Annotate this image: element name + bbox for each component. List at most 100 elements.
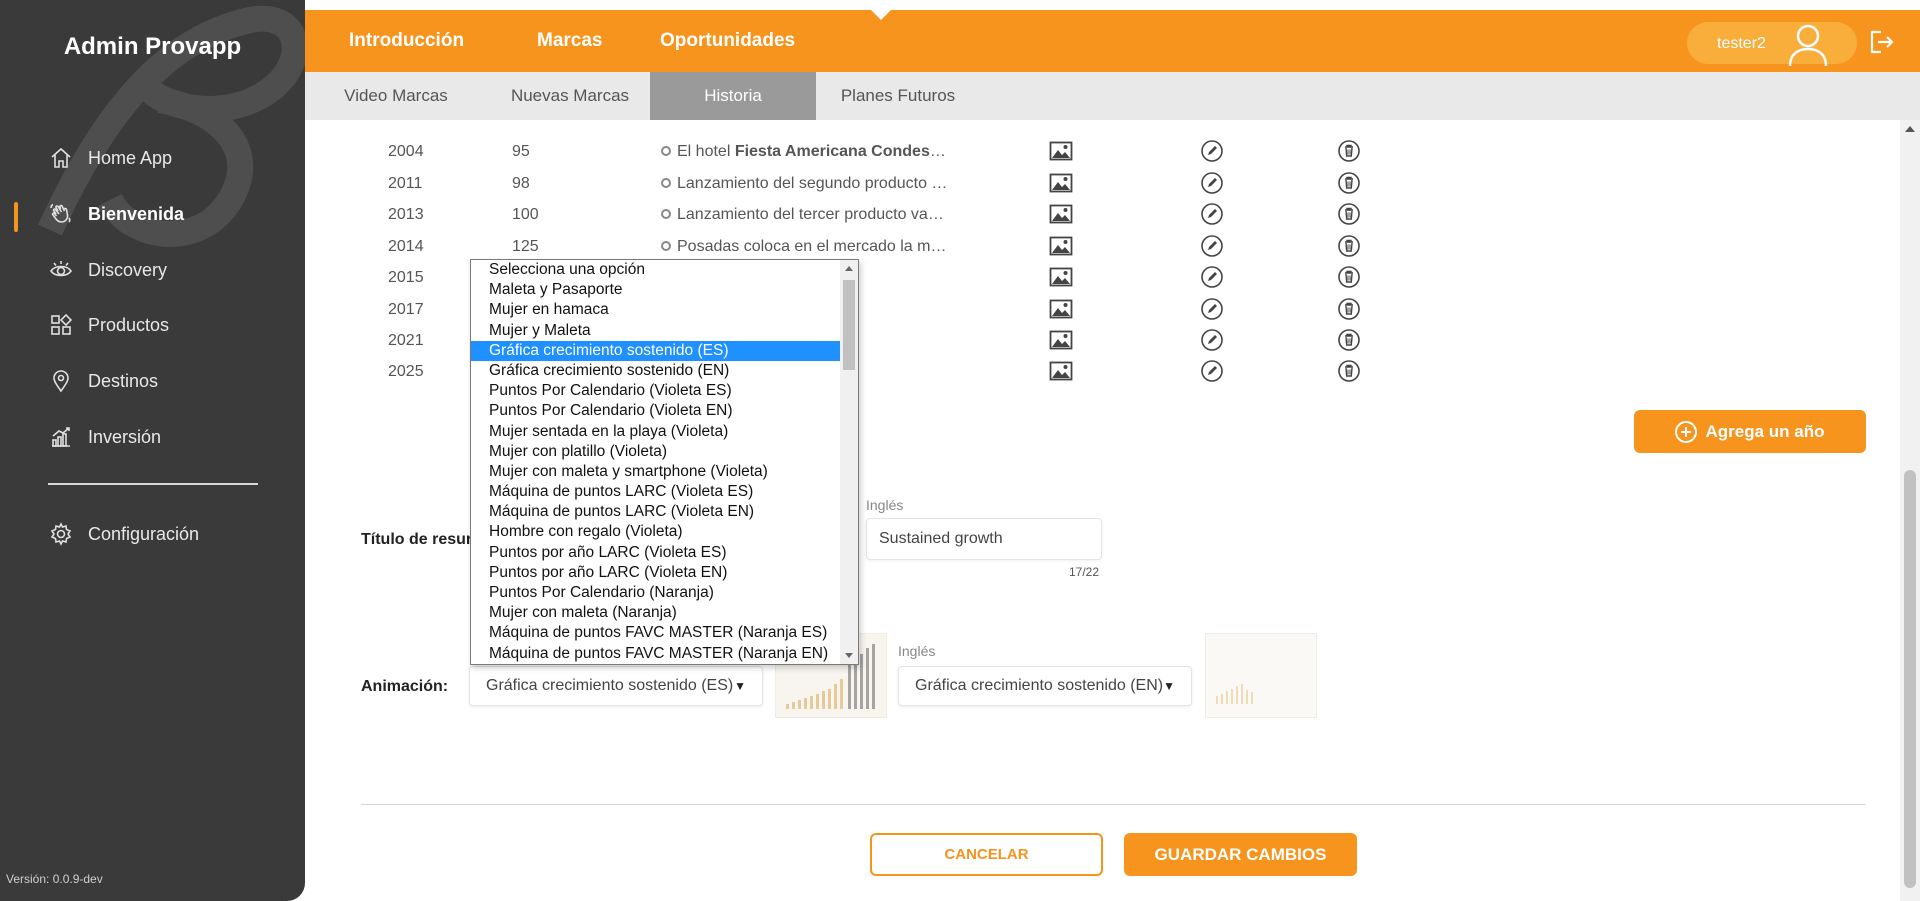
sidebar-item-label: Configuración bbox=[88, 523, 200, 544]
scroll-up-arrow-icon[interactable] bbox=[1905, 126, 1915, 132]
dropdown-option[interactable]: Hombre con regalo (Violeta) bbox=[471, 522, 841, 542]
edit-icon[interactable] bbox=[1200, 139, 1224, 163]
save-changes-button[interactable]: GUARDAR CAMBIOS bbox=[1124, 833, 1357, 876]
sidebar-item-configuracion[interactable]: Configuración bbox=[48, 517, 199, 551]
scroll-down-arrow-icon[interactable] bbox=[845, 653, 853, 658]
sidebar-item-home-app[interactable]: Home App bbox=[48, 141, 172, 175]
char-counter: 17/22 bbox=[1069, 565, 1100, 579]
dropdown-option[interactable]: Mujer con maleta y smartphone (Violeta) bbox=[471, 462, 841, 482]
add-circle-icon bbox=[1675, 420, 1698, 443]
edit-icon[interactable] bbox=[1200, 359, 1224, 383]
edit-icon[interactable] bbox=[1200, 171, 1224, 195]
add-year-label: Agrega un año bbox=[1705, 421, 1825, 441]
user-menu[interactable] bbox=[1687, 22, 1857, 64]
delete-icon[interactable] bbox=[1337, 359, 1361, 383]
logout-icon[interactable] bbox=[1867, 28, 1895, 56]
tab-marcas[interactable]: Marcas bbox=[537, 30, 603, 52]
sidebar-item-destinos[interactable]: Destinos bbox=[48, 364, 158, 398]
delete-icon[interactable] bbox=[1337, 328, 1361, 352]
dropdown-option[interactable]: Máquina de puntos LARC (Violeta ES) bbox=[471, 482, 841, 502]
waving-hand-icon bbox=[48, 201, 74, 227]
dropdown-option[interactable]: Puntos Por Calendario (Violeta EN) bbox=[471, 401, 841, 421]
avatar-icon[interactable] bbox=[1785, 22, 1831, 68]
animation-options-dropdown[interactable]: Selecciona una opción Maleta y Pasaporte M… bbox=[470, 259, 859, 665]
image-icon[interactable] bbox=[1049, 328, 1073, 352]
dropdown-option[interactable]: Máquina de puntos FAVC MASTER (Naranja E… bbox=[471, 644, 841, 664]
image-icon[interactable] bbox=[1049, 265, 1073, 289]
scrollbar-thumb[interactable] bbox=[1904, 470, 1916, 888]
image-icon[interactable] bbox=[1049, 234, 1073, 258]
tab-planes-futuros[interactable]: Planes Futuros bbox=[823, 72, 973, 120]
row-description: Lanzamiento del tercer producto vac… bbox=[661, 206, 951, 224]
bar-chart-icon bbox=[48, 424, 74, 450]
gear-icon bbox=[48, 521, 74, 547]
dropdown-option[interactable]: Máquina de puntos LARC (Violeta EN) bbox=[471, 502, 841, 522]
edit-icon[interactable] bbox=[1200, 234, 1224, 258]
eye-icon bbox=[48, 257, 74, 283]
add-year-button[interactable]: Agrega un año bbox=[1634, 410, 1866, 453]
tab-historia[interactable]: Historia bbox=[650, 72, 816, 120]
animation-es-select[interactable]: Gráfica crecimiento sostenido (ES) ▼ bbox=[469, 666, 763, 706]
image-icon[interactable] bbox=[1049, 171, 1073, 195]
summary-english-input[interactable]: Sustained growth bbox=[866, 518, 1102, 560]
tab-oportunidades[interactable]: Oportunidades bbox=[660, 30, 795, 52]
edit-icon[interactable] bbox=[1200, 265, 1224, 289]
home-icon bbox=[48, 145, 74, 171]
delete-icon[interactable] bbox=[1337, 202, 1361, 226]
dropdown-option[interactable]: Selecciona una opción bbox=[471, 260, 841, 280]
bullet-icon bbox=[661, 177, 671, 188]
dropdown-option[interactable]: Mujer en hamaca bbox=[471, 300, 841, 320]
sidebar-item-productos[interactable]: Productos bbox=[48, 308, 169, 342]
image-icon[interactable] bbox=[1049, 202, 1073, 226]
dropdown-option[interactable]: Puntos Por Calendario (Violeta ES) bbox=[471, 381, 841, 401]
dropdown-option[interactable]: Mujer sentada en la playa (Violeta) bbox=[471, 422, 841, 442]
dropdown-scrollbar[interactable] bbox=[840, 260, 858, 664]
bullet-icon bbox=[661, 240, 671, 251]
dropdown-option[interactable]: Puntos por año LARC (Violeta ES) bbox=[471, 543, 841, 563]
dropdown-option[interactable]: Puntos por año LARC (Violeta EN) bbox=[471, 563, 841, 583]
sidebar-item-bienvenida[interactable]: Bienvenida bbox=[48, 197, 184, 231]
delete-icon[interactable] bbox=[1337, 265, 1361, 289]
dropdown-option[interactable]: Máquina de puntos FAVC MASTER (Naranja E… bbox=[471, 623, 841, 643]
summary-title-label: Título de resur bbox=[361, 531, 473, 548]
animation-en-value: Gráfica crecimiento sostenido (EN) bbox=[915, 677, 1164, 694]
edit-icon[interactable] bbox=[1200, 297, 1224, 321]
image-icon[interactable] bbox=[1049, 139, 1073, 163]
subnav: Video Marcas Nuevas Marcas Historia Plan… bbox=[305, 72, 1920, 120]
row-description: Lanzamiento del segundo producto v… bbox=[661, 175, 951, 193]
dropdown-option[interactable]: Mujer con maleta (Naranja) bbox=[471, 603, 841, 623]
scroll-up-arrow-icon[interactable] bbox=[845, 266, 853, 271]
sidebar-item-label: Inversión bbox=[88, 426, 162, 447]
dropdown-option[interactable]: Gráfica crecimiento sostenido (ES) bbox=[471, 340, 841, 361]
dropdown-option[interactable]: Maleta y Pasaporte bbox=[471, 280, 841, 300]
animation-en-select[interactable]: Gráfica crecimiento sostenido (EN) ▼ bbox=[898, 666, 1192, 706]
active-tab-caret bbox=[871, 10, 891, 20]
tab-video-marcas[interactable]: Video Marcas bbox=[321, 72, 471, 120]
summary-english-label: Inglés bbox=[866, 497, 904, 513]
delete-icon[interactable] bbox=[1337, 139, 1361, 163]
dropdown-option[interactable]: Mujer con platillo (Violeta) bbox=[471, 442, 841, 462]
image-icon[interactable] bbox=[1049, 359, 1073, 383]
edit-icon[interactable] bbox=[1200, 328, 1224, 352]
dropdown-option[interactable]: Mujer y Maleta bbox=[471, 321, 841, 341]
cancel-button[interactable]: CANCELAR bbox=[870, 833, 1103, 876]
animation-english-label: Inglés bbox=[898, 643, 936, 659]
sidebar-divider bbox=[48, 483, 258, 485]
tab-introduccion[interactable]: Introducción bbox=[349, 30, 464, 52]
delete-icon[interactable] bbox=[1337, 234, 1361, 258]
dropdown-option[interactable]: Puntos Por Calendario (Naranja) bbox=[471, 583, 841, 603]
page-scrollbar[interactable] bbox=[1900, 120, 1920, 901]
sidebar-item-discovery[interactable]: Discovery bbox=[48, 253, 167, 287]
row-description: El hotel Fiesta Americana Condesa … bbox=[661, 143, 951, 161]
dropdown-option[interactable]: Gráfica crecimiento sostenido (EN) bbox=[471, 361, 841, 381]
sidebar-item-inversion[interactable]: Inversión bbox=[48, 420, 161, 454]
tab-nuevas-marcas[interactable]: Nuevas Marcas bbox=[495, 72, 645, 120]
edit-icon[interactable] bbox=[1200, 202, 1224, 226]
row-year: 2025 bbox=[388, 363, 424, 380]
growth-chart-thumbnail-icon bbox=[1216, 684, 1253, 704]
delete-icon[interactable] bbox=[1337, 171, 1361, 195]
image-icon[interactable] bbox=[1049, 297, 1073, 321]
row-description-text: Lanzamiento del tercer producto vac… bbox=[677, 206, 951, 223]
delete-icon[interactable] bbox=[1337, 297, 1361, 321]
dropdown-scrollbar-thumb[interactable] bbox=[843, 280, 855, 370]
